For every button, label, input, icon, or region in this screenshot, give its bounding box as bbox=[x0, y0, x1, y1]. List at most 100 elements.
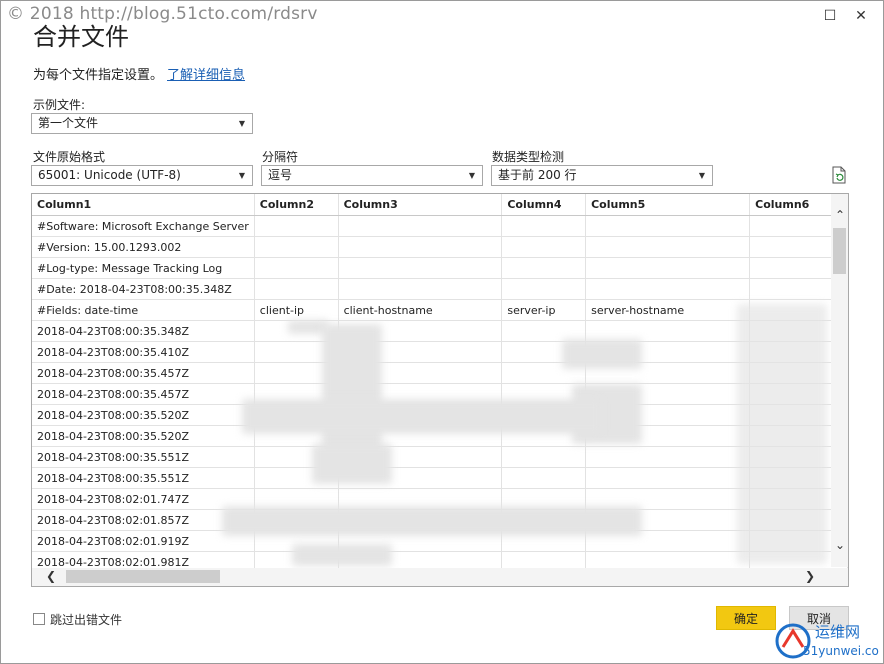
column-header[interactable]: Column3 bbox=[338, 194, 503, 216]
table-cell bbox=[585, 467, 751, 489]
horizontal-scrollbar[interactable]: ❮ ❯ bbox=[32, 568, 848, 586]
table-cell: 2018-04-23T08:00:35.551Z bbox=[32, 446, 255, 468]
table-row: #Fields: date-time client-ip client-hostna… bbox=[32, 299, 848, 321]
redacted-area bbox=[242, 399, 602, 434]
redacted-area bbox=[312, 444, 392, 484]
table-row: 2018-04-23T08:00:35.410Z bbox=[32, 341, 848, 363]
learn-more-link[interactable]: 了解详细信息 bbox=[167, 68, 245, 83]
table-cell bbox=[501, 215, 587, 237]
table-cell: client-hostname bbox=[338, 299, 503, 321]
type-detection-select[interactable]: 基于前 200 行 ▼ bbox=[491, 165, 713, 186]
table-cell bbox=[338, 257, 503, 279]
file-origin-value: 65001: Unicode (UTF-8) bbox=[38, 168, 181, 182]
type-detection-label: 数据类型检测 bbox=[492, 150, 565, 164]
checkbox-box[interactable] bbox=[33, 613, 45, 625]
table-row: #Log-type: Message Tracking Log bbox=[32, 257, 848, 279]
dialog-subtitle: 为每个文件指定设置。 了解详细信息 bbox=[33, 64, 245, 83]
chevron-down-icon: ▼ bbox=[468, 171, 475, 180]
table-cell bbox=[254, 257, 339, 279]
chevron-down-icon: ▼ bbox=[238, 119, 245, 128]
refresh-preview-icon[interactable] bbox=[831, 166, 847, 184]
chevron-down-icon: ▼ bbox=[698, 171, 705, 180]
combine-files-dialog: © 2018 http://blog.51cto.com/rdsrv ☐ ✕ 合… bbox=[0, 0, 884, 664]
table-cell bbox=[254, 215, 339, 237]
column-header[interactable]: Column5 bbox=[585, 194, 751, 216]
header-row: Column1 Column2 Column3 Column4 Column5 Colum… bbox=[32, 194, 848, 216]
type-detection-value: 基于前 200 行 bbox=[498, 168, 577, 182]
table-cell: 2018-04-23T08:00:35.551Z bbox=[32, 467, 255, 489]
table-row: 2018-04-23T08:00:35.348Z bbox=[32, 320, 848, 342]
delimiter-value: 逗号 bbox=[268, 168, 293, 182]
maximize-icon[interactable]: ☐ bbox=[821, 7, 839, 25]
table-cell: 2018-04-23T08:00:35.348Z bbox=[32, 320, 255, 342]
table-row: 2018-04-23T08:00:35.457Z bbox=[32, 362, 848, 384]
delimiter-label: 分隔符 bbox=[262, 150, 299, 164]
table-cell bbox=[585, 215, 751, 237]
scroll-down-icon[interactable]: ⌄ bbox=[835, 538, 845, 552]
table-cell: 2018-04-23T08:02:01.857Z bbox=[32, 509, 255, 531]
redacted-area bbox=[562, 339, 642, 369]
column-header[interactable]: Column1 bbox=[32, 194, 255, 216]
skip-errors-label: 跳过出错文件 bbox=[50, 613, 123, 627]
table-row: #Version: 15.00.1293.002 bbox=[32, 236, 848, 258]
table-cell bbox=[254, 278, 339, 300]
table-row: #Software: Microsoft Exchange Server bbox=[32, 215, 848, 237]
table-cell: server-ip bbox=[501, 299, 587, 321]
delimiter-select[interactable]: 逗号 ▼ bbox=[261, 165, 483, 186]
table-cell bbox=[501, 236, 587, 258]
table-cell bbox=[338, 236, 503, 258]
preview-table[interactable]: Column1 Column2 Column3 Column4 Column5 Colum… bbox=[31, 193, 849, 587]
column-header[interactable]: Column2 bbox=[254, 194, 339, 216]
table-cell: 2018-04-23T08:00:35.520Z bbox=[32, 425, 255, 447]
example-file-label: 示例文件: bbox=[33, 98, 86, 112]
table-cell bbox=[501, 467, 587, 489]
scroll-left-icon[interactable]: ❮ bbox=[46, 569, 56, 583]
redacted-area bbox=[737, 304, 827, 564]
table-cell: #Software: Microsoft Exchange Server bbox=[32, 215, 255, 237]
skip-errors-checkbox[interactable]: 跳过出错文件 bbox=[33, 611, 122, 628]
dialog-title: 合并文件 bbox=[33, 23, 129, 51]
file-origin-label: 文件原始格式 bbox=[33, 150, 106, 164]
svg-text:运维网: 运维网 bbox=[815, 623, 860, 641]
table-cell bbox=[501, 257, 587, 279]
table-cell bbox=[338, 215, 503, 237]
table-cell: #Log-type: Message Tracking Log bbox=[32, 257, 255, 279]
table-cell bbox=[338, 278, 503, 300]
table-row: 2018-04-23T08:00:35.551Z bbox=[32, 446, 848, 468]
file-origin-select[interactable]: 65001: Unicode (UTF-8) ▼ bbox=[31, 165, 253, 186]
redacted-area bbox=[322, 324, 382, 454]
redacted-area bbox=[222, 506, 642, 536]
table-cell bbox=[585, 278, 751, 300]
table-cell: 2018-04-23T08:02:01.919Z bbox=[32, 530, 255, 552]
svg-text:51yunwei.com: 51yunwei.com bbox=[803, 644, 879, 658]
vertical-scrollbar[interactable]: ⌃ ⌄ bbox=[831, 194, 848, 567]
horizontal-scroll-thumb[interactable] bbox=[66, 570, 220, 583]
table-row: #Date: 2018-04-23T08:00:35.348Z bbox=[32, 278, 848, 300]
table-cell bbox=[501, 446, 587, 468]
column-header[interactable]: Column4 bbox=[501, 194, 587, 216]
table-row: 2018-04-23T08:00:35.551Z bbox=[32, 467, 848, 489]
table-cell: #Date: 2018-04-23T08:00:35.348Z bbox=[32, 278, 255, 300]
table-cell: 2018-04-23T08:00:35.457Z bbox=[32, 362, 255, 384]
table-cell bbox=[585, 257, 751, 279]
table-cell bbox=[254, 236, 339, 258]
table-cell: 2018-04-23T08:00:35.410Z bbox=[32, 341, 255, 363]
redacted-area bbox=[292, 544, 392, 566]
table-cell bbox=[501, 278, 587, 300]
table-cell: 2018-04-23T08:00:35.457Z bbox=[32, 383, 255, 405]
ok-button[interactable]: 确定 bbox=[716, 606, 776, 630]
table-cell: #Fields: date-time bbox=[32, 299, 255, 321]
example-file-select[interactable]: 第一个文件 ▼ bbox=[31, 113, 253, 134]
vertical-scroll-thumb[interactable] bbox=[833, 228, 846, 274]
table-cell: #Version: 15.00.1293.002 bbox=[32, 236, 255, 258]
table-cell bbox=[585, 446, 751, 468]
table-cell: 2018-04-23T08:02:01.747Z bbox=[32, 488, 255, 510]
example-file-value: 第一个文件 bbox=[38, 116, 99, 130]
chevron-down-icon: ▼ bbox=[238, 171, 245, 180]
table-cell: 2018-04-23T08:00:35.520Z bbox=[32, 404, 255, 426]
scroll-right-icon[interactable]: ❯ bbox=[805, 569, 815, 583]
close-icon[interactable]: ✕ bbox=[852, 7, 870, 25]
scroll-up-icon[interactable]: ⌃ bbox=[835, 208, 845, 222]
table-cell bbox=[585, 236, 751, 258]
table-cell: client-ip bbox=[254, 299, 339, 321]
